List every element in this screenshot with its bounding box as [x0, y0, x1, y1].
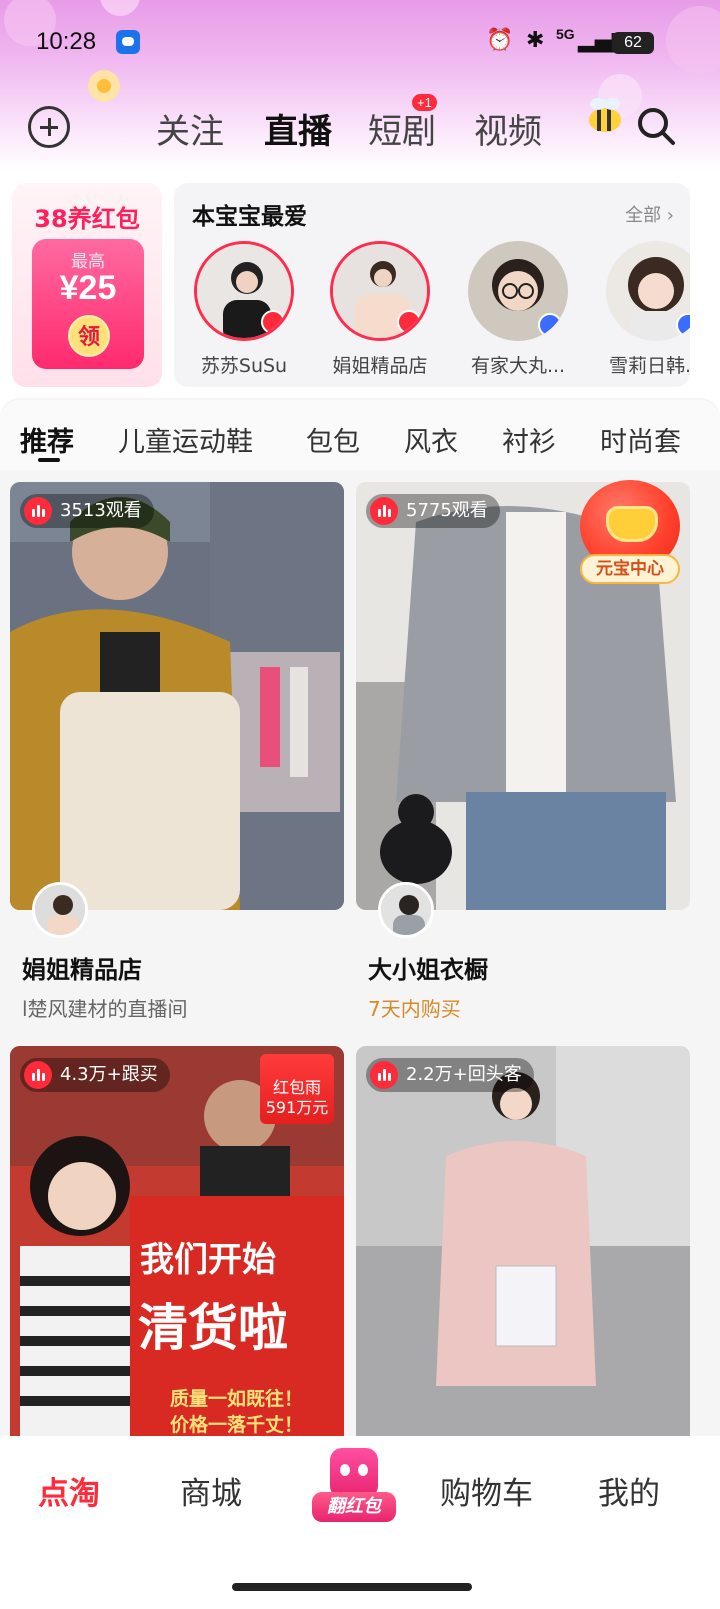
favorite-name: 雪莉日韩... — [608, 355, 690, 377]
viewer-count: 3513观看 — [60, 500, 142, 521]
repeat-customer-count: 2.2万+回头客 — [406, 1064, 522, 1085]
favorite-name: 有家大丸... — [470, 355, 566, 377]
live-thumbnail: 2.2万+回头客 — [356, 1046, 690, 1446]
streamer-avatar — [32, 882, 88, 938]
card-title: 娟姐精品店 — [22, 956, 142, 984]
promo-amount: ¥25 — [59, 269, 117, 307]
favorites-title: 本宝宝最爱 — [192, 204, 307, 230]
red-packet-promo[interactable]: 38养红包 最高 ¥25 领 — [12, 183, 162, 387]
card-title: 大小姐衣橱 — [368, 956, 488, 984]
status-bar: 10:28 ⏰ ✱ 5G ▂▄▆ 62 — [0, 22, 720, 62]
nav-red-packet[interactable]: 翻红包 — [304, 1446, 400, 1530]
favorite-name: 娟姐精品店 — [332, 355, 428, 377]
viewer-count-badge: 3513观看 — [20, 494, 154, 528]
category-tab-recommend[interactable]: 推荐 — [20, 420, 74, 459]
sign-line: 质量一如既往！ — [170, 1388, 304, 1410]
tab-live[interactable]: 直播 — [264, 104, 332, 153]
category-tab[interactable]: 时尚套 — [600, 420, 681, 459]
favorite-streamer[interactable]: 苏苏SuSu — [184, 241, 304, 378]
red-packet-icon — [330, 1448, 378, 1498]
nav-mall[interactable]: 商城 — [180, 1468, 242, 1513]
avatar — [330, 241, 430, 341]
bee-icon[interactable] — [582, 96, 628, 136]
app-notification-icon — [116, 30, 140, 54]
top-tab-bar: 关注 直播 短剧 +1 视频 — [0, 92, 720, 162]
viewer-count: 5775观看 — [406, 500, 488, 521]
nav-diantao[interactable]: 点淘 — [38, 1468, 100, 1513]
category-tab[interactable]: 衬衫 — [502, 420, 556, 459]
yuanbao-label: 元宝中心 — [580, 554, 680, 584]
alarm-icon: ⏰ — [486, 28, 514, 53]
live-card[interactable]: 3513观看 娟姐精品店 l楚风建材的直播间 — [10, 482, 344, 1022]
follow-buy-count: 4.3万+跟买 — [60, 1064, 158, 1085]
network-type: 5G — [556, 26, 575, 42]
category-tab[interactable]: 儿童运动鞋 — [118, 420, 253, 459]
live-bars-icon — [24, 497, 52, 525]
new-count-badge: +1 — [412, 94, 437, 111]
favorites-panel: 本宝宝最爱 全部 › 苏苏SuSu 娟姐精品店 有家大丸... 雪莉日韩... — [174, 183, 690, 387]
claim-button[interactable]: 领 — [68, 315, 110, 357]
rain-badge-text: 红包雨 591万元 — [265, 1078, 329, 1117]
yuanbao-center-button[interactable]: 元宝中心 — [578, 480, 682, 590]
view-all-link[interactable]: 全部 › — [625, 201, 674, 227]
live-card[interactable]: 2.2万+回头客 — [356, 1046, 690, 1446]
favorite-streamer[interactable]: 娟姐精品店 — [320, 241, 440, 378]
add-icon[interactable] — [28, 106, 70, 148]
tab-follow[interactable]: 关注 — [156, 104, 224, 153]
live-thumbnail: 3513观看 — [10, 482, 344, 910]
tab-video[interactable]: 视频 — [474, 104, 542, 153]
battery-indicator: 62 — [612, 32, 654, 54]
favorite-name: 苏苏SuSu — [200, 355, 288, 377]
bluetooth-icon: ✱ — [526, 28, 545, 53]
live-indicator-icon — [261, 310, 285, 334]
sign-line: 清货啦 — [138, 1299, 288, 1357]
follow-buy-badge: 4.3万+跟买 — [20, 1058, 170, 1092]
category-tab[interactable]: 包包 — [306, 420, 360, 459]
category-tab[interactable]: 风衣 — [404, 420, 458, 459]
viewer-count-badge: 5775观看 — [366, 494, 500, 528]
home-indicator — [232, 1583, 472, 1591]
live-bars-icon — [24, 1061, 52, 1089]
repeat-customer-badge: 2.2万+回头客 — [366, 1058, 534, 1092]
nav-cart[interactable]: 购物车 — [440, 1468, 533, 1513]
live-thumbnail: 我们开始 清货啦 质量一如既往！ 价格一落千丈！ 4.3万+跟买 红包雨 591… — [10, 1046, 344, 1446]
live-indicator-icon — [397, 310, 421, 334]
avatar — [194, 241, 294, 341]
video-indicator-icon — [538, 313, 562, 337]
avatar — [468, 241, 568, 341]
status-time: 10:28 — [36, 28, 97, 55]
red-packet-rain-badge: 红包雨 591万元 — [260, 1054, 334, 1124]
red-packet-label: 翻红包 — [312, 1492, 396, 1522]
favorite-streamer[interactable]: 有家大丸... — [458, 241, 578, 378]
clearance-sign: 我们开始 清货啦 质量一如既往！ 价格一落千丈！ — [130, 1196, 344, 1446]
live-bars-icon — [370, 497, 398, 525]
avatar — [606, 241, 690, 341]
tab-short-drama[interactable]: 短剧 — [368, 104, 436, 153]
active-tab-indicator — [38, 458, 60, 462]
sign-line: 我们开始 — [140, 1240, 276, 1280]
card-subtitle: 7天内购买 — [368, 997, 461, 1021]
sign-line: 价格一落千丈！ — [170, 1414, 304, 1436]
category-tabs: 推荐 儿童运动鞋 包包 风衣 衬衫 时尚套 — [0, 400, 720, 470]
favorite-streamer[interactable]: 雪莉日韩... — [596, 241, 690, 378]
promo-coupon: 最高 ¥25 领 — [32, 239, 144, 369]
nav-mine[interactable]: 我的 — [598, 1468, 660, 1513]
live-bars-icon — [370, 1061, 398, 1089]
card-subtitle: l楚风建材的直播间 — [22, 997, 188, 1021]
promo-title: 38养红包 — [34, 205, 140, 233]
streamer-avatar — [378, 882, 434, 938]
search-icon[interactable] — [636, 106, 676, 146]
live-card[interactable]: 我们开始 清货啦 质量一如既往！ 价格一落千丈！ 4.3万+跟买 红包雨 591… — [10, 1046, 344, 1446]
